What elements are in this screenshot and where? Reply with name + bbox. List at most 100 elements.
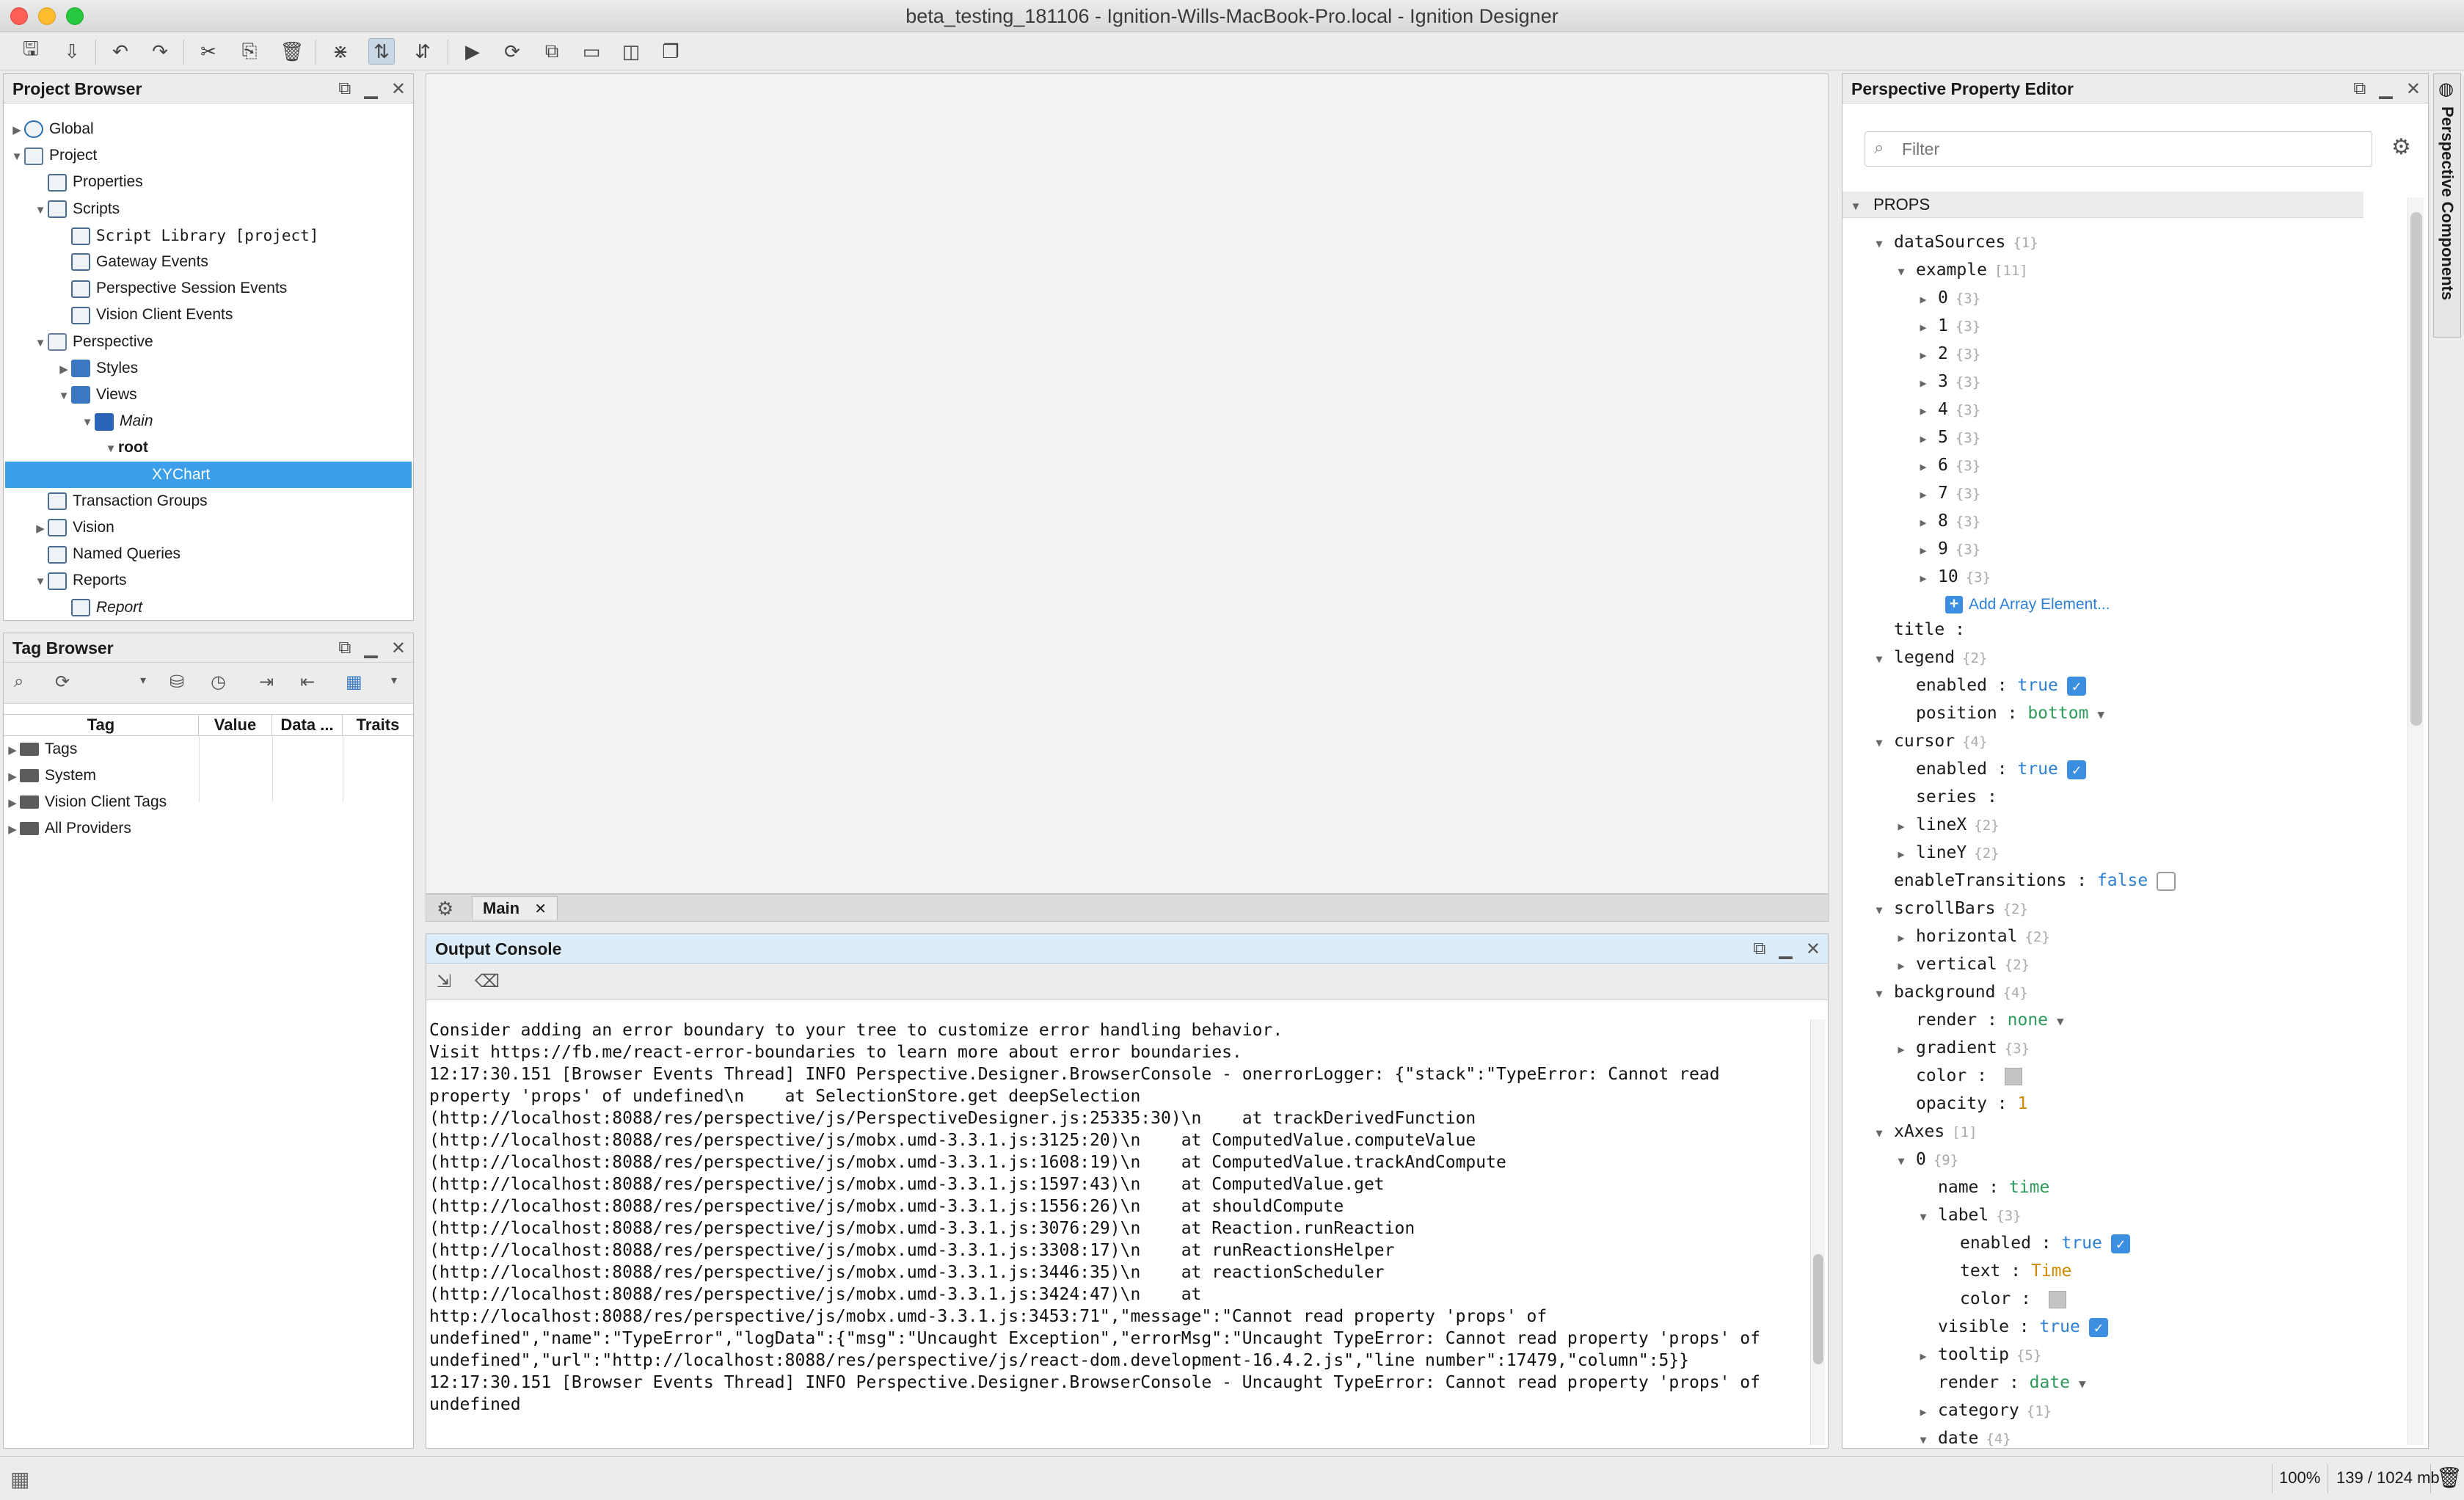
collapse-icon[interactable]: ▼	[80, 409, 95, 436]
expand-icon[interactable]: ▶	[1916, 397, 1931, 425]
column-header-tag[interactable]: Tag	[4, 715, 199, 735]
collapse-icon[interactable]: ▼	[1872, 1119, 1887, 1147]
tag-row[interactable]: ▶ Tags	[5, 736, 77, 762]
property-value[interactable]: true	[2017, 760, 2057, 779]
restore-icon[interactable]: ⧉	[338, 79, 351, 99]
snap-icon[interactable]: ⋇	[327, 38, 354, 65]
column-header-datatype[interactable]: Data ...	[272, 715, 343, 735]
collapse-icon[interactable]: ▼	[1916, 1426, 1931, 1454]
property-row[interactable]: ▼ cursor {4}	[1872, 727, 1987, 755]
property-row[interactable]: ▶ 10 {3}	[1916, 563, 1991, 591]
expand-icon[interactable]: ▶	[1916, 536, 1931, 564]
project-tree-item[interactable]: Script Library [project]	[5, 222, 412, 249]
expand-icon[interactable]: ▶	[1916, 1398, 1931, 1426]
expand-icon[interactable]: ▶	[1916, 564, 1931, 592]
property-row[interactable]: ▶ vertical {2}	[1894, 950, 2030, 978]
project-tree-item[interactable]: Perspective Session Events	[5, 275, 412, 302]
clock-icon[interactable]: ◷	[211, 671, 226, 693]
minimize-icon[interactable]: ▁	[1779, 939, 1792, 960]
property-row[interactable]: ▼ scrollBars {2}	[1872, 895, 2027, 924]
property-row[interactable]: ▼ label {3}	[1916, 1201, 2021, 1229]
scroll-lock-icon[interactable]: ⇲	[437, 971, 451, 992]
expand-icon[interactable]: ▶	[1894, 1035, 1909, 1063]
refresh-icon[interactable]: ⟳	[499, 38, 525, 65]
property-value[interactable]: date	[2030, 1373, 2070, 1392]
property-row[interactable]: title :	[1872, 616, 1965, 644]
property-row[interactable]: ▶ 2 {3}	[1916, 340, 1980, 368]
expand-icon[interactable]: ▶	[5, 764, 20, 790]
tag-row[interactable]: ▶ Vision Client Tags	[5, 789, 167, 815]
collapse-icon[interactable]: ▼	[33, 330, 48, 357]
export-icon[interactable]: ⇤	[300, 671, 315, 693]
column-header-traits[interactable]: Traits	[343, 715, 413, 735]
property-row[interactable]: ▼ example [11]	[1894, 256, 2027, 284]
stack-icon[interactable]: ❐	[657, 38, 684, 65]
console-output[interactable]: Consider adding an error boundary to you…	[429, 1019, 1810, 1445]
gc-icon[interactable]: 🗑	[2436, 1466, 2463, 1490]
project-tree-item[interactable]: ▼ root	[5, 434, 412, 461]
property-row[interactable]: ▶ category {1}	[1916, 1397, 2052, 1424]
property-checkbox[interactable]: ✓	[2066, 676, 2086, 696]
expand-icon[interactable]: ▶	[1916, 341, 1931, 369]
property-row[interactable]: render : none ▼	[1894, 1006, 2064, 1034]
property-row[interactable]: color :	[1894, 1062, 2022, 1090]
project-tree-item[interactable]: Vision Client Events	[5, 302, 412, 328]
project-tree-item[interactable]: Properties	[5, 169, 412, 195]
property-row[interactable]: series :	[1894, 783, 1997, 811]
project-tree-item[interactable]: Report	[5, 594, 412, 621]
play-icon[interactable]: ▶	[459, 38, 486, 65]
property-row[interactable]: color :	[1938, 1285, 2066, 1313]
collapse-icon[interactable]: ▼	[1872, 729, 1887, 757]
window-icon[interactable]: ▭	[578, 38, 605, 65]
expand-icon[interactable]: ▶	[1916, 481, 1931, 509]
group-icon[interactable]: ⧉	[539, 38, 565, 65]
redo-icon[interactable]: ↷	[147, 38, 173, 65]
minimize-icon[interactable]: ▁	[2379, 79, 2392, 100]
property-row[interactable]: enabled : true ✓	[1894, 671, 2086, 699]
project-tree-item[interactable]: ▶ Global	[5, 116, 412, 142]
collapse-icon[interactable]: ▼	[1894, 1147, 1909, 1175]
property-checkbox[interactable]: ✓	[2066, 760, 2086, 779]
collapse-icon[interactable]: ▼	[1872, 980, 1887, 1008]
gear-icon[interactable]: ⚙	[2391, 134, 2411, 160]
property-checkbox[interactable]: ✓	[2088, 1317, 2108, 1337]
restore-icon[interactable]: ⧉	[1753, 939, 1765, 959]
project-tree-item[interactable]: Named Queries	[5, 541, 412, 567]
project-tree-item[interactable]: Transaction Groups	[5, 488, 412, 514]
project-tree-item[interactable]: ▼ Project	[5, 142, 412, 169]
align-icon[interactable]: ⇅	[368, 38, 395, 65]
minimize-icon[interactable]: ▁	[364, 638, 377, 659]
property-value[interactable]: 1	[2017, 1094, 2027, 1113]
property-row[interactable]: ▶ 8 {3}	[1916, 507, 1980, 535]
property-value[interactable]: true	[2061, 1234, 2102, 1253]
expand-icon[interactable]: ▶	[1916, 369, 1931, 397]
collapse-icon[interactable]: ▼	[10, 144, 24, 170]
cut-icon[interactable]: ✂	[195, 38, 222, 65]
expand-icon[interactable]: ▶	[5, 817, 20, 843]
property-row[interactable]: opacity : 1	[1894, 1090, 2027, 1118]
property-row[interactable]: visible : true ✓	[1916, 1313, 2108, 1341]
collapse-icon[interactable]: ▼	[1872, 896, 1887, 924]
project-tree-item[interactable]: ▼ Views	[5, 382, 412, 408]
close-icon[interactable]: ✕	[391, 638, 406, 659]
perspective-components-side-tab[interactable]: ◍ Perspective Components	[2433, 73, 2461, 338]
property-row[interactable]: enableTransitions : false	[1872, 867, 2176, 895]
publish-icon[interactable]: ⇩	[59, 38, 85, 65]
refresh-icon[interactable]: ⟳	[55, 671, 70, 693]
project-tree-item[interactable]: ▼ Perspective	[5, 329, 412, 355]
expand-icon[interactable]: ▶	[1894, 840, 1909, 868]
chevron-down-icon[interactable]: ▼	[2079, 1370, 2086, 1398]
property-row[interactable]: text : Time	[1938, 1257, 2071, 1285]
grid-icon[interactable]: ▦	[346, 671, 362, 693]
property-row[interactable]: enabled : true ✓	[1894, 755, 2086, 783]
collapse-icon[interactable]: ▼	[33, 569, 48, 595]
property-checkbox[interactable]	[2157, 871, 2176, 891]
property-row[interactable]: ▶ lineY {2}	[1894, 839, 1999, 868]
distribute-icon[interactable]: ⇵	[409, 38, 436, 65]
property-value[interactable]: true	[2039, 1317, 2080, 1336]
expand-icon[interactable]: ▶	[5, 738, 20, 764]
project-tree-item[interactable]: ▼ Scripts	[5, 196, 412, 222]
chevron-down-icon[interactable]: ▼	[2097, 701, 2104, 729]
expand-icon[interactable]: ▶	[1916, 509, 1931, 536]
database-icon[interactable]: ⛁	[170, 671, 184, 693]
